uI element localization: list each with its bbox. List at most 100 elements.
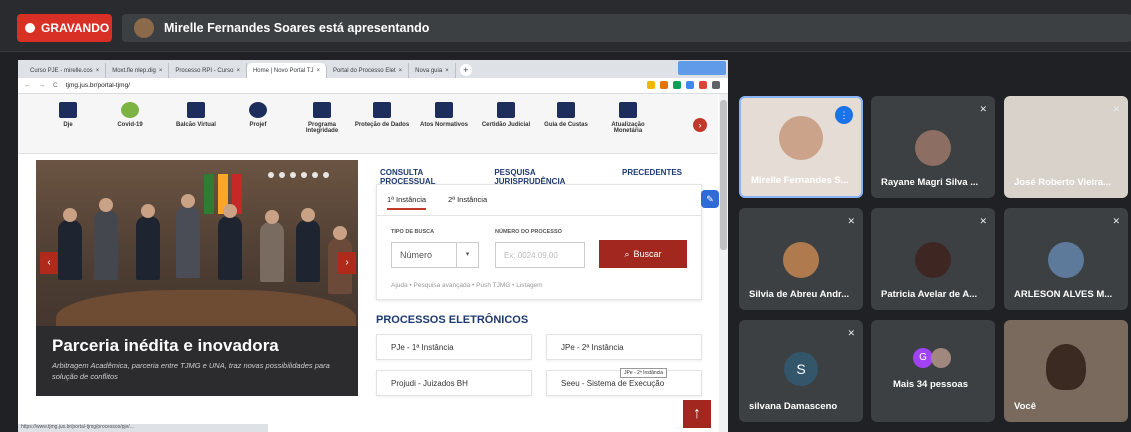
site-nav: Dje Covid-19 Balcão Virtual Projef Progr… — [18, 94, 718, 154]
tipo-busca-select[interactable]: Número ▾ — [391, 242, 479, 268]
jpe-2a-instancia-link[interactable]: JPe - 2ª Instância — [546, 334, 702, 360]
presenting-text: Mirelle Fernandes Soares está apresentan… — [164, 21, 430, 35]
tab-label: Home | Novo Portal TJ — [252, 67, 314, 74]
pje-1a-instancia-link[interactable]: PJe - 1ª Instância — [376, 334, 532, 360]
feedback-icon[interactable]: ✎ — [701, 190, 719, 208]
hero-title: Parceria inédita e inovadora — [52, 336, 279, 355]
browser-tab[interactable]: Portal do Processo Elet × — [327, 63, 410, 78]
tab-label: Curso PJE - mirelle.cos — [30, 67, 93, 74]
forward-icon[interactable]: → — [39, 82, 46, 89]
address-bar[interactable]: ← → C tjmg.jus.br/portal-tjmg/ — [18, 78, 728, 94]
participant-tile-mirelle[interactable]: ⋮ Mirelle Fernandes S... — [739, 96, 863, 198]
puzzle-icon — [313, 102, 331, 118]
consulta-panel: 1ª Instância 2ª Instância TIPO DE BUSCA … — [376, 184, 702, 300]
nav-label: Balcão Virtual — [176, 122, 216, 128]
numero-processo-input[interactable]: Ex: 0024.09.00 — [495, 242, 585, 268]
extension-icon[interactable] — [660, 81, 668, 89]
participant-name: Você — [1014, 401, 1037, 412]
browser-tab[interactable]: Nova guia × — [409, 63, 456, 78]
tab-2a-instancia[interactable]: 2ª Instância — [448, 195, 487, 210]
back-icon[interactable]: ← — [24, 82, 31, 89]
participant-name: ARLESON ALVES M... — [1014, 289, 1113, 300]
window-controls[interactable] — [678, 61, 726, 75]
participant-tile[interactable]: ✕ José Roberto Vieira... — [1004, 96, 1128, 198]
divider — [377, 215, 701, 216]
consulta-links[interactable]: Ajuda • Pesquisa avançada • Push TJMG • … — [391, 282, 543, 289]
buscar-button[interactable]: ⌕ Buscar — [599, 240, 687, 268]
carousel-next-button[interactable]: › — [338, 252, 356, 274]
nav-item-custas[interactable]: Guia de Custas — [536, 102, 596, 128]
tab-pesquisa-jurisprudencia[interactable]: PESQUISA JURISPRUDÊNCIA — [490, 164, 610, 186]
nav-item-atualizacao[interactable]: Atualização Monetária — [598, 102, 658, 134]
link-tooltip: JPe - 2ª Instância — [620, 368, 668, 378]
participant-tile[interactable]: S ✕ silvana Damasceno — [739, 320, 863, 422]
hero-caption[interactable]: Parceria inédita e inovadora Arbitragem … — [36, 326, 358, 396]
certificate-icon — [497, 102, 515, 118]
projudi-link[interactable]: Projudi - Juizados BH — [376, 370, 532, 396]
nav-label: Certidão Judicial — [481, 122, 531, 128]
nav-item-projef[interactable]: Projef — [228, 102, 288, 128]
url-text[interactable]: tjmg.jus.br/portal-tjmg/ — [66, 82, 130, 89]
nav-item-atos[interactable]: Atos Normativos — [414, 102, 474, 128]
nav-item-certidao[interactable]: Certidão Judicial — [476, 102, 536, 128]
person — [58, 208, 82, 280]
mic-muted-icon: ✕ — [979, 104, 987, 114]
meet-top-bar: GRAVANDO Mirelle Fernandes Soares está a… — [0, 0, 1131, 52]
lock-icon — [373, 102, 391, 118]
processos-eletronicos-title: PROCESSOS ELETRÔNICOS — [376, 314, 529, 326]
participant-tile[interactable]: ✕ Patricia Avelar de A... — [871, 208, 995, 310]
self-view-tile[interactable]: Você — [1004, 320, 1128, 422]
tab-precedentes[interactable]: PRECEDENTES — [618, 164, 686, 186]
page-scrollbar[interactable] — [719, 94, 728, 432]
extension-icon[interactable] — [673, 81, 681, 89]
star-icon[interactable] — [647, 81, 655, 89]
nav-item-covid[interactable]: Covid-19 — [100, 102, 160, 128]
participant-initial-avatar: G — [913, 348, 933, 368]
participant-tile[interactable]: ✕ ARLESON ALVES M... — [1004, 208, 1128, 310]
document-icon — [435, 102, 453, 118]
speaking-indicator-icon: ⋮ — [835, 106, 853, 124]
receipt-icon — [557, 102, 575, 118]
extension-icon[interactable] — [686, 81, 694, 89]
browser-tab[interactable]: Processo RPI - Curso × — [169, 63, 247, 78]
new-tab-button[interactable]: + — [459, 64, 472, 76]
participant-tile[interactable]: ✕ Silvia de Abreu Andr... — [739, 208, 863, 310]
nav-item-dje[interactable]: Dje — [38, 102, 98, 128]
nav-label: Atos Normativos — [419, 122, 468, 128]
participant-tile[interactable]: ✕ Rayane Magri Silva ... — [871, 96, 995, 198]
profile-icon[interactable] — [712, 81, 720, 89]
participant-avatar — [931, 348, 951, 368]
participant-name: Mirelle Fernandes S... — [751, 175, 849, 186]
nav-label: Proteção de Dados — [354, 122, 410, 128]
monitor-icon — [187, 102, 205, 118]
back-to-top-button[interactable]: ↑ — [683, 400, 711, 428]
book-icon — [59, 102, 77, 118]
carousel-prev-button[interactable]: ‹ — [40, 252, 58, 274]
person — [136, 204, 160, 280]
nav-next-button[interactable]: › — [693, 118, 707, 132]
tab-1a-instancia[interactable]: 1ª Instância — [387, 195, 427, 210]
tab-label: Nova guia — [415, 67, 443, 74]
nav-item-balcao[interactable]: Balcão Virtual — [166, 102, 226, 128]
person — [176, 194, 200, 278]
carousel-dots[interactable] — [268, 172, 329, 178]
nav-item-integridade[interactable]: Programa Integridade — [292, 102, 352, 134]
people-group — [46, 190, 352, 300]
nav-item-protecao[interactable]: Proteção de Dados — [352, 102, 412, 128]
extension-icon[interactable] — [699, 81, 707, 89]
instancia-tabs: 1ª Instância 2ª Instância — [387, 195, 487, 210]
numero-processo-label: NÚMERO DO PROCESSO — [495, 229, 562, 235]
more-participants-tile[interactable]: G Mais 34 pessoas — [871, 320, 995, 422]
tab-label: Moxt.fle nlep.dig — [112, 67, 156, 74]
recording-badge[interactable]: GRAVANDO — [17, 14, 112, 42]
browser-tab[interactable]: Moxt.fle nlep.dig × — [106, 63, 170, 78]
participant-avatar — [783, 242, 819, 278]
dollar-icon — [619, 102, 637, 118]
browser-tab-active[interactable]: Home | Novo Portal TJ × — [246, 63, 327, 78]
reload-icon[interactable]: C — [53, 82, 58, 89]
presenter-avatar — [134, 18, 154, 38]
browser-tab[interactable]: Curso PJE - mirelle.cos × — [24, 63, 107, 78]
search-icon: ⌕ — [624, 248, 630, 259]
shared-screen: Curso PJE - mirelle.cos × Moxt.fle nlep.… — [18, 60, 728, 432]
tab-consulta-processual[interactable]: CONSULTA PROCESSUAL — [376, 164, 483, 186]
